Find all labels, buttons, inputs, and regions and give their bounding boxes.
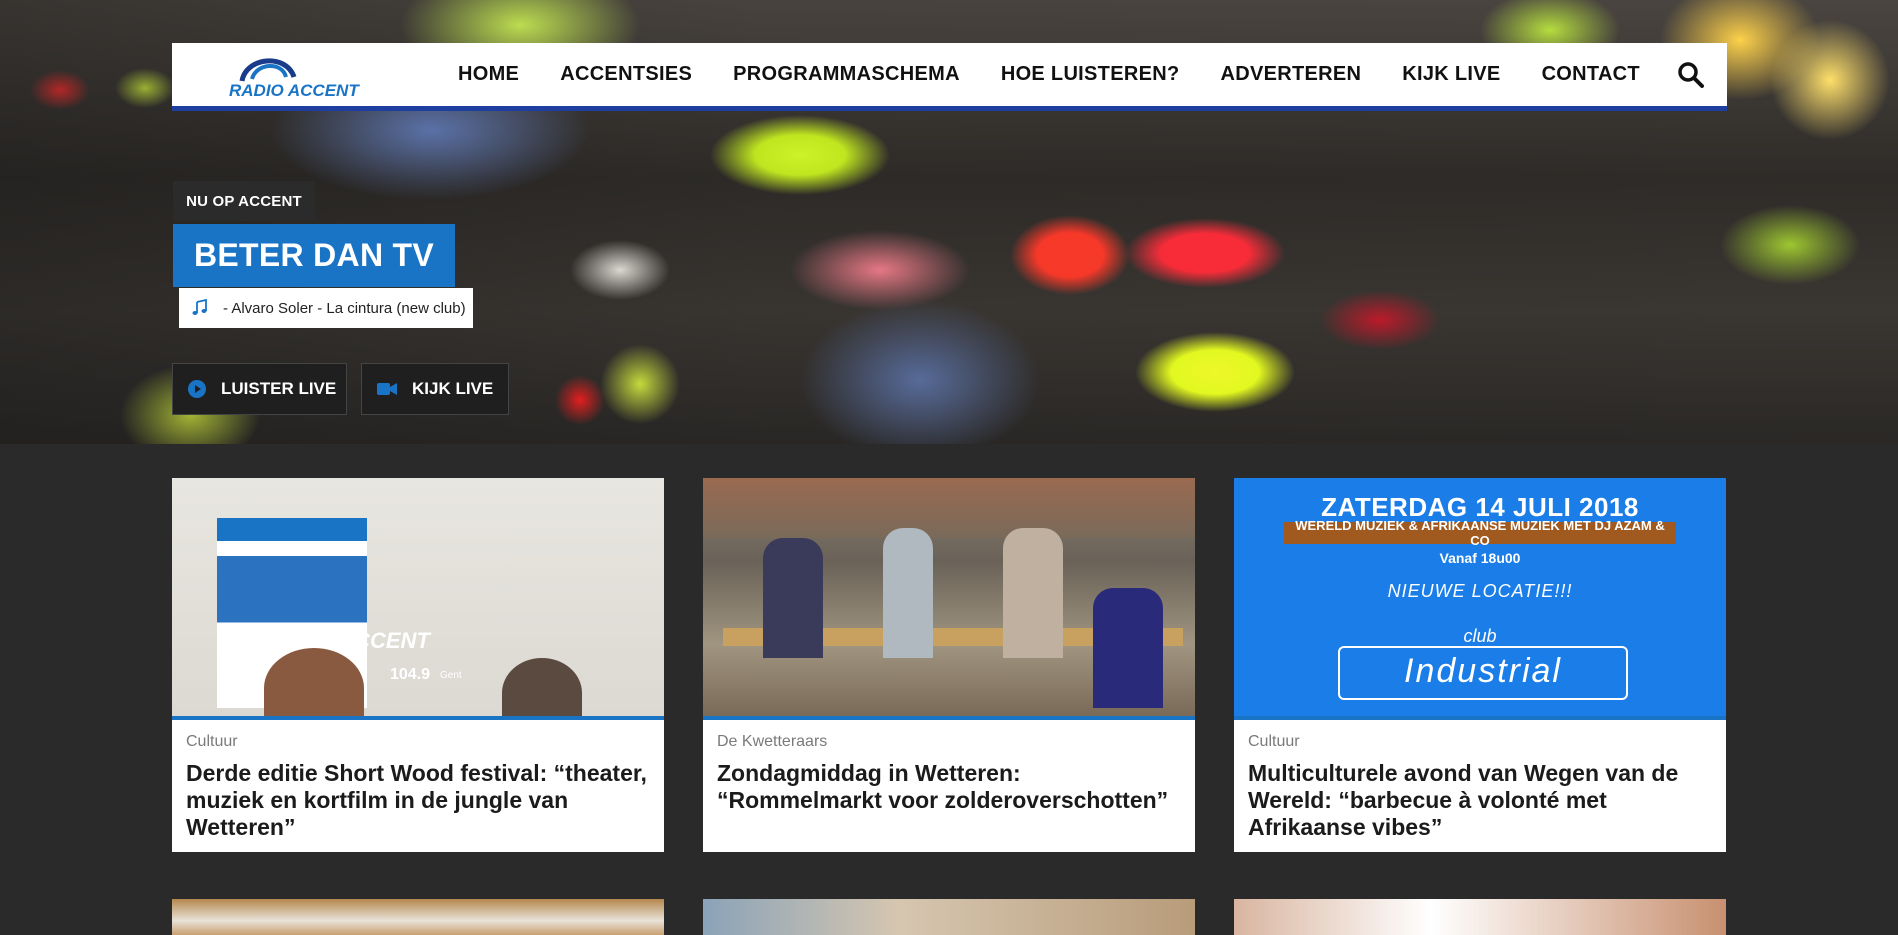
poster-time: Vanaf 18u00 <box>1439 550 1521 566</box>
nav-item-accentsies[interactable]: ACCENTSIES <box>560 63 692 86</box>
current-show-title: BETER DAN TV <box>173 224 456 287</box>
nav-item-contact[interactable]: CONTACT <box>1542 63 1640 86</box>
poster-subtitle: WERELD MUZIEK & AFRIKAANSE MUZIEK MET DJ… <box>1284 518 1676 548</box>
radio-accent-logo[interactable]: RADIO ACCENT <box>224 51 384 101</box>
nav-item-programmaschema[interactable]: PROGRAMMASCHEMA <box>733 63 960 86</box>
card-category[interactable]: Cultuur <box>1248 733 1300 751</box>
card-image: ZATERDAG 14 JULI 2018 WERELD MUZIEK & AF… <box>1234 478 1726 720</box>
now-on-air-label: NU OP ACCENT <box>173 181 315 221</box>
person-photo-left <box>264 648 364 716</box>
poster-club-small: club <box>1463 626 1497 646</box>
logo-radio-text: RADIO ACCENT <box>229 81 360 100</box>
watch-live-button[interactable]: KIJK LIVE <box>361 363 509 415</box>
banner-freq-text: 104.9 <box>390 666 431 683</box>
card-title[interactable]: Derde editie Short Wood festival: “theat… <box>186 760 654 841</box>
card-category[interactable]: De Kwetteraars <box>717 733 827 751</box>
person-photo-right <box>502 658 582 716</box>
play-circle-icon <box>188 380 206 398</box>
nav-item-kijk-live[interactable]: KIJK LIVE <box>1402 63 1500 86</box>
now-playing-text: - Alvaro Soler - La cintura (new club) <box>223 299 466 317</box>
video-camera-icon <box>377 383 397 395</box>
listen-live-label: LUISTER LIVE <box>221 379 337 398</box>
poster-club-name: Industrial <box>1338 646 1628 700</box>
market-person-photo <box>1003 528 1063 658</box>
music-note-icon <box>192 299 207 315</box>
nav-item-hoe-luisteren[interactable]: HOE LUISTEREN? <box>1001 63 1180 86</box>
banner-brand-text: RADIO ACCENT <box>262 628 430 653</box>
card-image: RADIO ACCENT 104.9 Gent <box>172 478 664 720</box>
news-card-partial[interactable] <box>703 899 1195 935</box>
news-card[interactable]: De Kwetteraars Zondagmiddag in Wetteren:… <box>703 478 1195 852</box>
nav-item-home[interactable]: HOME <box>458 63 519 86</box>
market-person-photo <box>883 528 933 658</box>
market-person-photo <box>763 538 823 658</box>
news-card[interactable]: ZATERDAG 14 JULI 2018 WERELD MUZIEK & AF… <box>1234 478 1726 852</box>
poster-location: NIEUWE LOCATIE!!! <box>1387 581 1573 601</box>
now-playing-track: - Alvaro Soler - La cintura (new club) <box>179 288 473 328</box>
banner-city-text: Gent <box>440 670 462 681</box>
market-person-photo <box>1093 588 1163 708</box>
card-image <box>703 478 1195 720</box>
news-card-partial[interactable] <box>1234 899 1726 935</box>
card-title[interactable]: Zondagmiddag in Wetteren: “Rommelmarkt v… <box>717 760 1185 814</box>
watch-live-label: KIJK LIVE <box>412 379 494 398</box>
top-navigation: RADIO ACCENT HOME ACCENTSIES PROGRAMMASC… <box>172 43 1727 111</box>
listen-live-button[interactable]: LUISTER LIVE <box>172 363 347 415</box>
nav-item-adverteren[interactable]: ADVERTEREN <box>1220 63 1361 86</box>
news-card[interactable]: RADIO ACCENT 104.9 Gent Cultuur Derde ed… <box>172 478 664 852</box>
news-card-partial[interactable] <box>172 899 664 935</box>
card-title[interactable]: Multiculturele avond van Wegen van de We… <box>1248 760 1716 841</box>
card-category[interactable]: Cultuur <box>186 733 238 751</box>
market-building-photo <box>703 478 1195 538</box>
nav-menu: HOME ACCENTSIES PROGRAMMASCHEMA HOE LUIS… <box>458 43 1681 106</box>
search-icon[interactable] <box>1677 61 1705 89</box>
